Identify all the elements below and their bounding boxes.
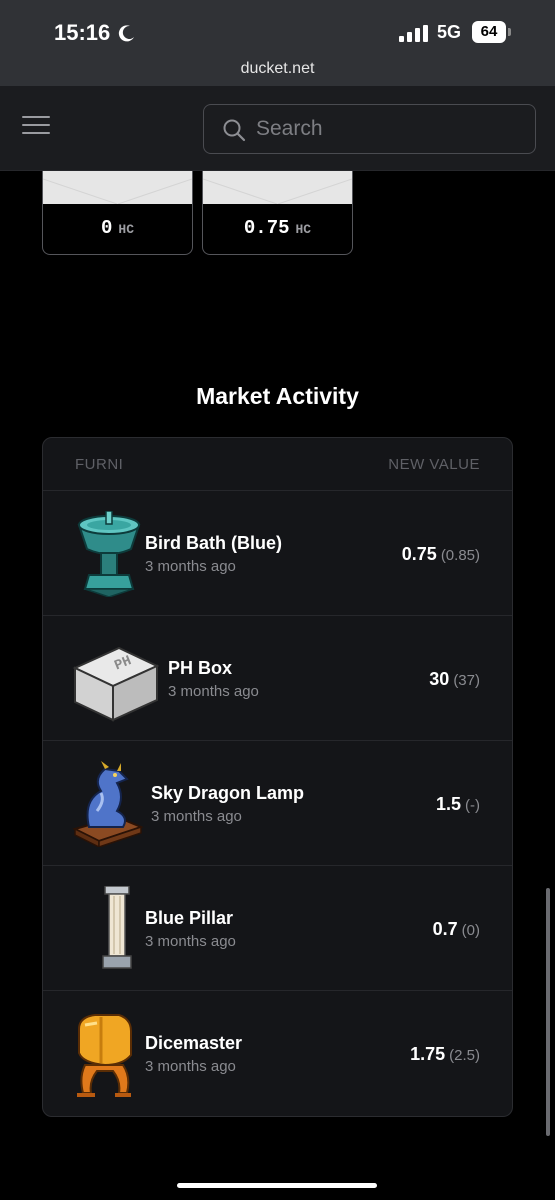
table-row[interactable]: Sky Dragon Lamp 3 months ago 1.5 (-) bbox=[43, 741, 512, 866]
old-value: (2.5) bbox=[449, 1047, 480, 1064]
battery-icon: 64 bbox=[472, 21, 512, 43]
status-bar: 15:16 5G 64 bbox=[0, 0, 555, 58]
card-value: 0.75 HC bbox=[203, 217, 352, 239]
dicemaster-icon bbox=[77, 1014, 132, 1097]
furni-value: 0.75 (0.85) bbox=[402, 544, 480, 565]
furni-time: 3 months ago bbox=[168, 683, 259, 700]
battery-level: 64 bbox=[480, 23, 498, 40]
card-image bbox=[43, 171, 192, 204]
furni-time: 3 months ago bbox=[145, 558, 236, 575]
furni-value: 0.7 (0) bbox=[433, 919, 480, 940]
furni-name: Dicemaster bbox=[145, 1033, 243, 1053]
table-row[interactable]: Blue Pillar 3 months ago 0.7 (0) bbox=[43, 866, 512, 991]
ph-box-icon: PH bbox=[72, 646, 160, 722]
old-value: (0) bbox=[461, 922, 480, 939]
furni-name: Sky Dragon Lamp bbox=[151, 783, 305, 803]
furni-value: 30 (37) bbox=[429, 669, 480, 690]
card-unit: HC bbox=[118, 222, 134, 237]
search-input[interactable] bbox=[256, 105, 526, 153]
furni-value: 1.75 (2.5) bbox=[410, 1044, 480, 1065]
card-value: 0 HC bbox=[43, 217, 192, 239]
card-unit: HC bbox=[295, 222, 312, 237]
old-value: (0.85) bbox=[440, 547, 480, 564]
column-furni: FURNI bbox=[75, 456, 124, 473]
table-row[interactable]: PH PH Box 3 months ago 30 (37) bbox=[43, 616, 512, 741]
signal-icon bbox=[399, 25, 428, 42]
hamburger-icon bbox=[22, 116, 50, 118]
market-activity-table: FURNI NEW VALUE Bird Bath (Blue) 3 month… bbox=[42, 437, 513, 1117]
furni-time: 3 months ago bbox=[145, 933, 236, 950]
network-label: 5G bbox=[437, 22, 462, 42]
card-amount: 0 bbox=[100, 217, 113, 239]
scrollbar-thumb[interactable] bbox=[546, 888, 550, 1136]
column-new-value: NEW VALUE bbox=[388, 456, 480, 473]
new-value: 30 bbox=[429, 669, 450, 689]
browser-url[interactable]: ducket.net bbox=[0, 58, 555, 86]
furni-name: PH Box bbox=[168, 658, 233, 678]
app-header bbox=[0, 86, 555, 171]
old-value: (-) bbox=[465, 797, 480, 814]
table-row[interactable]: Dicemaster 3 months ago 1.75 (2.5) bbox=[43, 991, 512, 1116]
dragon-lamp-icon bbox=[72, 761, 144, 847]
furni-value: 1.5 (-) bbox=[436, 794, 480, 815]
table-row[interactable]: Bird Bath (Blue) 3 months ago 0.75 (0.85) bbox=[43, 491, 512, 616]
old-value: (37) bbox=[453, 672, 480, 689]
value-card[interactable]: 0 HC bbox=[42, 171, 193, 255]
menu-button[interactable] bbox=[22, 116, 50, 140]
new-value: 1.75 bbox=[410, 1044, 446, 1064]
furni-name: Blue Pillar bbox=[145, 908, 234, 928]
new-value: 0.75 bbox=[401, 544, 437, 564]
new-value: 1.5 bbox=[435, 794, 461, 814]
card-image bbox=[203, 171, 352, 204]
value-card[interactable]: 0.75 HC bbox=[202, 171, 353, 255]
pillar-icon bbox=[102, 886, 132, 969]
table-header: FURNI NEW VALUE bbox=[43, 438, 512, 491]
moon-icon bbox=[118, 25, 134, 42]
furni-time: 3 months ago bbox=[151, 808, 242, 825]
furni-time: 3 months ago bbox=[145, 1058, 236, 1075]
search-icon bbox=[223, 119, 246, 142]
home-indicator[interactable] bbox=[177, 1183, 377, 1188]
market-activity-title: Market Activity bbox=[196, 383, 359, 409]
card-amount: 0.75 bbox=[243, 217, 290, 239]
status-time: 15:16 bbox=[54, 20, 111, 45]
new-value: 0.7 bbox=[432, 919, 458, 939]
search-box[interactable] bbox=[203, 104, 536, 154]
furni-name: Bird Bath (Blue) bbox=[145, 533, 282, 553]
bird-bath-icon bbox=[77, 511, 141, 597]
